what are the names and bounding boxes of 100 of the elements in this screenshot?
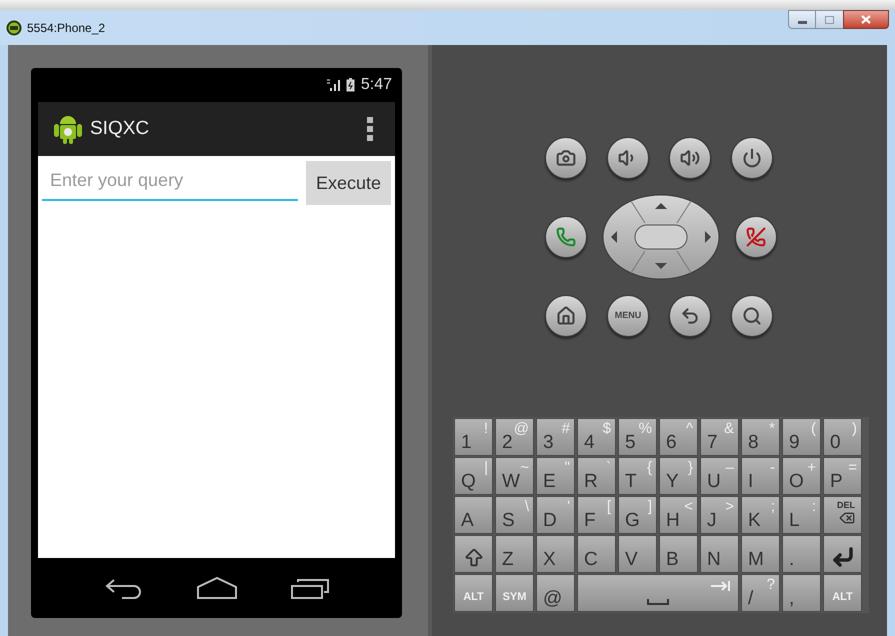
menu-button[interactable]: MENU bbox=[607, 295, 649, 337]
window-title: 5554:Phone_2 bbox=[27, 20, 106, 36]
keyboard-key[interactable]: G ] bbox=[618, 496, 657, 534]
keyboard-key[interactable]: I - bbox=[741, 457, 780, 495]
app-title: SIQXC bbox=[90, 116, 150, 141]
keyboard-key[interactable]: D ' bbox=[536, 496, 575, 534]
key-symbol: " bbox=[564, 460, 570, 475]
key-label: 9 bbox=[789, 433, 800, 452]
d-pad[interactable] bbox=[601, 193, 721, 281]
overflow-menu-icon[interactable] bbox=[367, 117, 373, 141]
keyboard-key[interactable]: / ? bbox=[741, 574, 780, 612]
keyboard-key[interactable]: L : bbox=[782, 496, 821, 534]
key-symbol: ; bbox=[770, 499, 775, 514]
key-symbol: < bbox=[684, 499, 693, 514]
key-symbol: { bbox=[646, 460, 652, 475]
recent-apps-icon[interactable] bbox=[290, 576, 330, 600]
keyboard-key[interactable]: Z bbox=[495, 535, 534, 573]
keyboard-key[interactable]: V bbox=[618, 535, 657, 573]
keyboard-key[interactable]: K ; bbox=[741, 496, 780, 534]
volume-up-button[interactable] bbox=[669, 137, 711, 179]
keyboard-key[interactable]: O + bbox=[782, 457, 821, 495]
minimize-button[interactable] bbox=[788, 10, 816, 29]
key-label: J bbox=[707, 511, 716, 530]
execute-button[interactable]: Execute bbox=[306, 161, 391, 205]
key-symbol: [ bbox=[606, 499, 611, 514]
power-button[interactable] bbox=[731, 137, 773, 179]
enter-key[interactable] bbox=[823, 535, 862, 573]
status-time: 5:47 bbox=[360, 75, 392, 95]
keyboard-key[interactable]: J > bbox=[700, 496, 739, 534]
keyboard-key[interactable]: 0 ) bbox=[823, 418, 862, 456]
keyboard-key[interactable]: X bbox=[536, 535, 575, 573]
key-symbol: – bbox=[726, 460, 734, 475]
keyboard-key[interactable]: F [ bbox=[577, 496, 616, 534]
keyboard-key[interactable]: 9 ( bbox=[782, 418, 821, 456]
keyboard-key[interactable]: 5 % bbox=[618, 418, 657, 456]
keyboard-key[interactable]: R ` bbox=[577, 457, 616, 495]
keyboard-key[interactable]: C bbox=[577, 535, 616, 573]
key-label: 5 bbox=[625, 433, 636, 452]
back-button[interactable] bbox=[669, 295, 711, 337]
keyboard-key[interactable]: 8 * bbox=[741, 418, 780, 456]
keyboard-key[interactable]: . bbox=[782, 535, 821, 573]
close-button[interactable] bbox=[843, 10, 889, 29]
key-label: K bbox=[748, 511, 761, 530]
maximize-button[interactable] bbox=[816, 10, 843, 29]
shift-key[interactable] bbox=[454, 535, 493, 573]
phone-icon bbox=[556, 227, 576, 247]
keyboard-key[interactable]: A bbox=[454, 496, 493, 534]
keyboard-key[interactable]: P = bbox=[823, 457, 862, 495]
keyboard-key[interactable]: 7 & bbox=[700, 418, 739, 456]
key-label: A bbox=[461, 511, 474, 530]
keyboard-key[interactable]: U – bbox=[700, 457, 739, 495]
key-label: Y bbox=[666, 472, 679, 491]
keyboard-key[interactable]: B bbox=[659, 535, 698, 573]
hang-up-icon bbox=[746, 227, 766, 247]
keyboard-key[interactable]: 4 $ bbox=[577, 418, 616, 456]
key-label: X bbox=[543, 550, 556, 569]
keyboard-key[interactable]: 1 ! bbox=[454, 418, 493, 456]
keyboard-key[interactable]: Y } bbox=[659, 457, 698, 495]
keyboard-key[interactable]: 3 # bbox=[536, 418, 575, 456]
keyboard-key[interactable]: 6 ^ bbox=[659, 418, 698, 456]
keyboard-key[interactable]: N bbox=[700, 535, 739, 573]
modifier-key[interactable]: ALT bbox=[454, 574, 493, 612]
key-label: 1 bbox=[461, 433, 472, 452]
key-symbol: ] bbox=[648, 499, 652, 514]
keyboard-key[interactable]: T { bbox=[618, 457, 657, 495]
hangup-button[interactable] bbox=[735, 216, 777, 258]
home-icon[interactable] bbox=[196, 576, 238, 600]
key-symbol: \ bbox=[524, 499, 529, 514]
space-key[interactable] bbox=[577, 574, 739, 612]
call-button[interactable] bbox=[545, 216, 587, 258]
key-label: I bbox=[748, 472, 754, 491]
key-symbol: @ bbox=[514, 421, 529, 436]
keyboard-key[interactable]: , bbox=[782, 574, 821, 612]
query-field[interactable]: Enter your query bbox=[42, 161, 298, 201]
keyboard-key[interactable]: S \ bbox=[495, 496, 534, 534]
volume-down-button[interactable] bbox=[607, 137, 649, 179]
home-button[interactable] bbox=[545, 295, 587, 337]
keyboard-key[interactable]: H < bbox=[659, 496, 698, 534]
delete-key[interactable]: DEL bbox=[823, 496, 862, 534]
keyboard-key[interactable]: 2 @ bbox=[495, 418, 534, 456]
key-label: / bbox=[748, 589, 754, 608]
key-label: P bbox=[830, 472, 843, 491]
modifier-key[interactable]: ALT bbox=[823, 574, 862, 612]
keyboard-key[interactable]: E " bbox=[536, 457, 575, 495]
key-label: U bbox=[707, 472, 721, 491]
key-symbol: } bbox=[688, 460, 693, 475]
modifier-key[interactable]: SYM bbox=[495, 574, 534, 612]
key-label: . bbox=[789, 550, 794, 569]
key-symbol: % bbox=[638, 421, 652, 436]
camera-button[interactable] bbox=[545, 137, 587, 179]
search-button[interactable] bbox=[731, 295, 773, 337]
keyboard-key[interactable]: M bbox=[741, 535, 780, 573]
key-symbol: * bbox=[769, 421, 775, 436]
key-label: E bbox=[543, 472, 556, 491]
keyboard-key[interactable]: W ~ bbox=[495, 457, 534, 495]
key-label: M bbox=[748, 550, 764, 569]
keyboard-key[interactable]: Q | bbox=[454, 457, 493, 495]
backspace-icon bbox=[839, 510, 855, 526]
key-symbol: ` bbox=[606, 460, 611, 475]
keyboard-key[interactable]: @ bbox=[536, 574, 575, 612]
